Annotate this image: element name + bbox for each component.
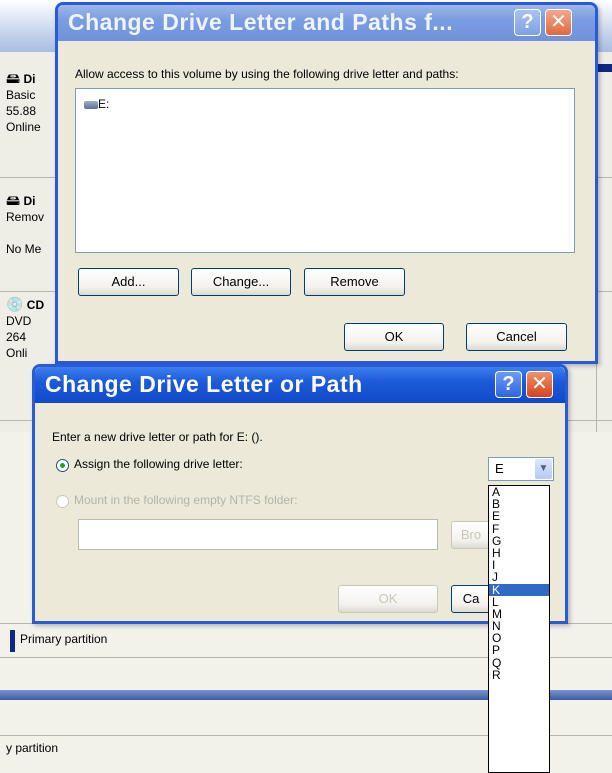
chevron-down-icon[interactable]: ▼ <box>535 459 552 479</box>
dropdown-option[interactable]: K <box>489 583 549 596</box>
disk-1-type: Remov <box>6 210 45 224</box>
browse-button[interactable]: Bro <box>451 521 491 549</box>
help-button[interactable]: ? <box>495 371 522 398</box>
partition-label-primary[interactable]: Primary partition <box>20 632 107 646</box>
paths-dialog-title: Change Drive Letter and Paths f... <box>68 9 454 35</box>
dropdown-option[interactable]: P <box>489 644 549 656</box>
disk-1-status: No Me <box>6 242 42 256</box>
change-dialog-title: Change Drive Letter or Path <box>45 371 363 397</box>
mount-folder-radio[interactable] <box>56 495 69 508</box>
disk-0-size: 55.88 <box>6 104 37 118</box>
cancel-button[interactable]: Cancel <box>466 323 567 351</box>
disk-1-title: Di <box>23 194 36 208</box>
dropdown-option[interactable]: Q <box>489 656 549 668</box>
list-item-label: E: <box>98 97 110 111</box>
dropdown-option[interactable]: J <box>489 571 549 583</box>
help-button[interactable]: ? <box>514 9 541 36</box>
dropdown-option[interactable]: H <box>489 547 549 559</box>
cancel-button[interactable]: Ca <box>451 585 491 613</box>
ok-button[interactable]: OK <box>344 323 444 351</box>
assign-letter-radio[interactable] <box>56 459 69 472</box>
list-item[interactable]: E: <box>84 97 109 111</box>
partition-label-secondary[interactable]: y partition <box>6 741 58 755</box>
ok-button[interactable]: OK <box>338 585 438 613</box>
disk-1-info[interactable]: 🖴 Di Remov No Me <box>6 192 44 257</box>
disk-1-spacer <box>6 225 44 241</box>
disk-0-status: Online <box>6 120 41 134</box>
drive-icon <box>84 100 98 109</box>
dropdown-option[interactable]: R <box>489 669 549 681</box>
paths-dialog: Change Drive Letter and Paths f... ? ✕ A… <box>55 2 598 364</box>
dropdown-option[interactable]: E <box>489 510 549 522</box>
disk-2-status: Onli <box>6 346 28 360</box>
remove-button[interactable]: Remove <box>304 268 405 296</box>
dropdown-option[interactable]: F <box>489 522 549 534</box>
dropdown-option[interactable]: I <box>489 559 549 571</box>
folder-path-input[interactable] <box>78 519 438 550</box>
close-button[interactable]: ✕ <box>526 371 553 398</box>
disk-2-size: 264 <box>6 330 27 344</box>
paths-description: Allow access to this volume by using the… <box>75 67 459 81</box>
disk-2-info[interactable]: 💿 CD DVD 264 Onli <box>6 296 44 361</box>
change-prompt: Enter a new drive letter or path for E: … <box>52 430 263 444</box>
change-button[interactable]: Change... <box>191 268 291 296</box>
drive-letter-combo[interactable]: E ▼ <box>488 457 554 481</box>
close-button[interactable]: ✕ <box>545 9 572 36</box>
removable-disk-icon: 🖴 <box>6 192 21 208</box>
drive-letter-dropdown[interactable]: ABEFGHIJKLMNOPQR <box>488 485 550 773</box>
combo-value: E <box>495 461 504 476</box>
paths-listbox[interactable]: E: <box>75 88 575 253</box>
add-button[interactable]: Add... <box>78 268 179 296</box>
cd-drive-icon: 💿 <box>6 296 24 312</box>
disk-0-title: Di <box>23 72 36 86</box>
change-dialog-titlebar[interactable]: Change Drive Letter or Path <box>35 367 565 403</box>
mount-folder-label[interactable]: Mount in the following empty NTFS folder… <box>74 493 297 507</box>
disk-0-type: Basic <box>6 88 36 102</box>
disk-2-title: CD <box>26 298 45 312</box>
assign-letter-label[interactable]: Assign the following drive letter: <box>74 457 243 471</box>
hard-disk-icon: 🖴 <box>6 70 21 86</box>
disk-2-type: DVD <box>6 314 32 328</box>
partition-color-bar <box>10 630 15 652</box>
disk-0-info[interactable]: 🖴 Di Basic 55.88 Online <box>6 70 41 135</box>
